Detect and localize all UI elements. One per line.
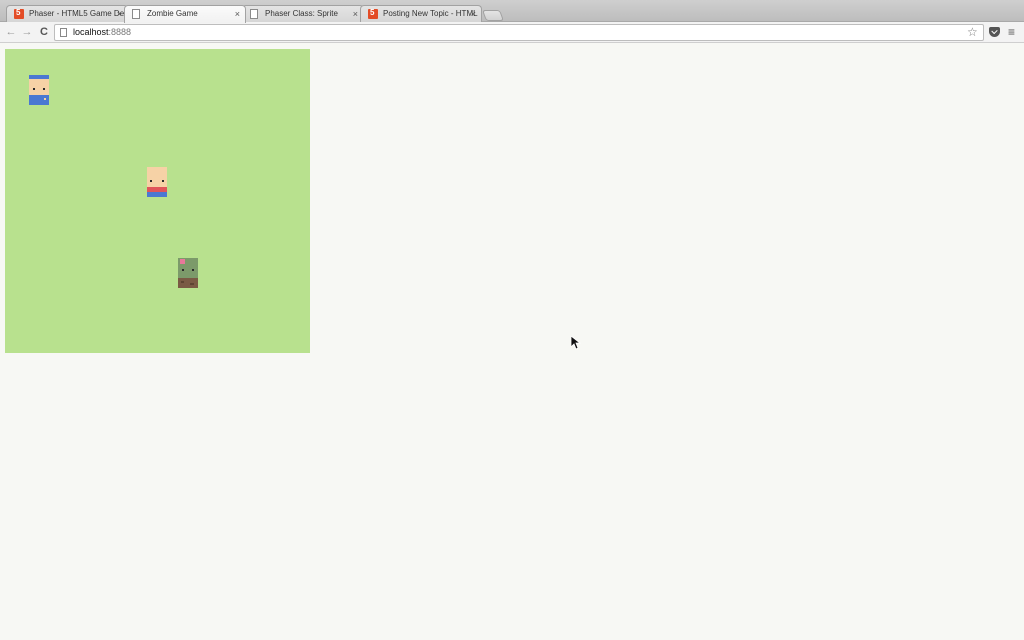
eye <box>182 269 184 271</box>
close-icon[interactable]: × <box>471 6 476 22</box>
eye <box>33 88 35 90</box>
eye <box>150 180 152 182</box>
forward-button[interactable]: → <box>20 25 34 39</box>
html5-icon <box>368 6 378 21</box>
browser-toolbar: ← → C localhost:8888 ☆ ≡ <box>0 22 1024 43</box>
game-canvas[interactable] <box>5 49 310 353</box>
bookmark-star-icon[interactable]: ☆ <box>967 25 978 39</box>
pants <box>147 192 167 197</box>
zombie-sprite <box>178 258 198 288</box>
mouse-cursor-icon <box>571 336 581 350</box>
close-icon[interactable]: × <box>117 6 122 22</box>
pants-patch <box>190 283 194 285</box>
menu-icon[interactable]: ≡ <box>1008 25 1015 39</box>
document-icon <box>132 9 140 19</box>
tab-zombie-game[interactable]: Zombie Game × <box>124 5 246 23</box>
new-tab-button[interactable] <box>481 10 505 21</box>
back-button[interactable]: ← <box>4 25 18 39</box>
tab-label: Phaser - HTML5 Game De <box>29 9 125 18</box>
html5-icon <box>14 6 24 21</box>
reload-button[interactable]: C <box>37 25 51 39</box>
tab-posting-topic[interactable]: Posting New Topic - HTML × <box>360 5 482 22</box>
document-icon <box>250 9 258 19</box>
tab-label: Posting New Topic - HTML <box>383 9 478 18</box>
pants-patch <box>181 281 184 283</box>
address-host: localhost <box>73 27 109 37</box>
hand <box>44 98 46 100</box>
eye <box>192 269 194 271</box>
face <box>29 79 49 95</box>
tab-phaser[interactable]: Phaser - HTML5 Game De × <box>6 5 128 22</box>
close-icon[interactable]: × <box>235 6 240 22</box>
body <box>29 95 49 105</box>
tab-phaser-sprite[interactable]: Phaser Class: Sprite × <box>242 5 364 22</box>
player-blue-sprite <box>29 75 49 105</box>
address-port: :8888 <box>108 27 132 37</box>
tab-label: Phaser Class: Sprite <box>265 9 338 18</box>
close-icon[interactable]: × <box>353 6 358 22</box>
eye <box>162 180 164 182</box>
tab-strip: Phaser - HTML5 Game De × Zombie Game × P… <box>0 0 1024 23</box>
pocket-icon[interactable] <box>989 27 1000 37</box>
page-icon <box>60 28 67 37</box>
eye <box>43 88 45 90</box>
tab-label: Zombie Game <box>147 9 198 18</box>
zombie-wound <box>180 259 185 264</box>
zombie-pants <box>178 278 198 288</box>
face <box>147 167 167 189</box>
player-red-sprite <box>147 167 167 197</box>
address-bar[interactable]: localhost:8888 <box>54 24 984 41</box>
